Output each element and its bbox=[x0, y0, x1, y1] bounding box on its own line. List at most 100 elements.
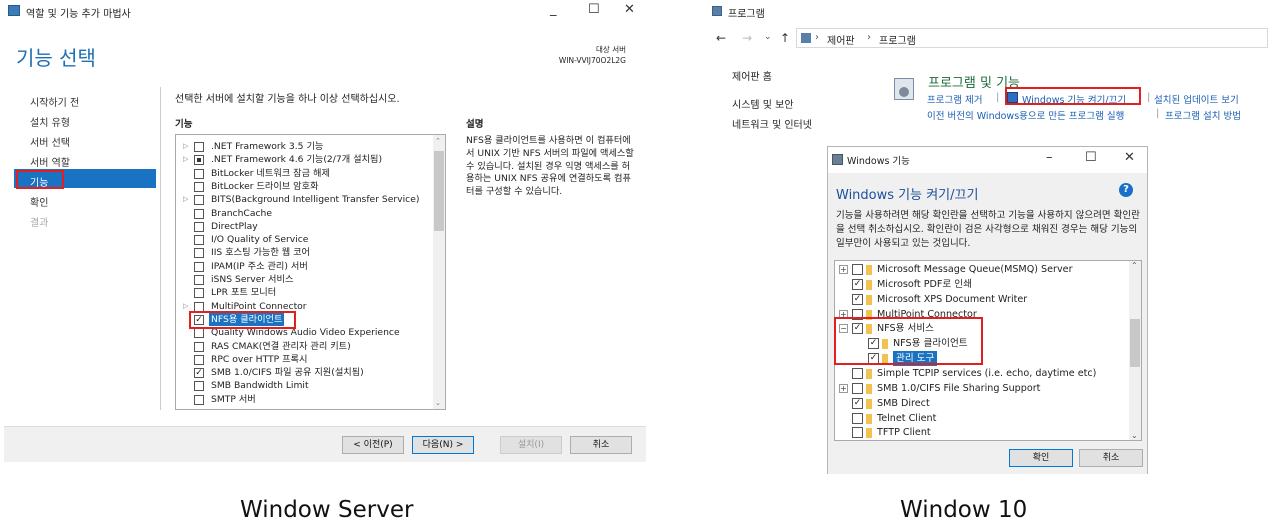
feature-row[interactable]: IPAM(IP 주소 관리) 서버 bbox=[176, 260, 445, 273]
tree-checkbox[interactable]: ✓ bbox=[852, 397, 863, 409]
tree-row[interactable]: TFTP Client bbox=[835, 425, 1141, 440]
feature-row[interactable]: iSNS Server 서비스 bbox=[176, 273, 445, 286]
feature-checkbox[interactable] bbox=[194, 394, 204, 405]
feature-checkbox[interactable] bbox=[194, 235, 204, 246]
feature-row[interactable]: LPR 포트 모니터 bbox=[176, 286, 445, 299]
ok-button[interactable]: 확인 bbox=[1009, 449, 1073, 467]
feature-row[interactable]: BitLocker 네트워크 잠금 해제 bbox=[176, 167, 445, 180]
breadcrumb-programs[interactable]: 프로그램 bbox=[879, 32, 916, 47]
tree-checkbox[interactable]: ✓ bbox=[852, 278, 863, 290]
feature-row[interactable]: BitLocker 드라이브 암호화 bbox=[176, 180, 445, 193]
tree-expander-icon[interactable]: + bbox=[839, 383, 848, 393]
features-list[interactable]: ⌃ ⌄ ▷ .NET Framework 3.5 기능 ▷ .NET Framewor… bbox=[175, 134, 446, 410]
nav-item-results: 결과 bbox=[30, 218, 49, 229]
tree-checkbox[interactable] bbox=[852, 427, 863, 439]
feature-checkbox[interactable] bbox=[194, 195, 204, 206]
tree-row[interactable]: ✓ Microsoft PDF로 인쇄 bbox=[835, 277, 1141, 292]
link-compat-programs[interactable]: 이전 버전의 Windows용으로 만든 프로그램 실행 bbox=[927, 108, 1124, 122]
link-install-howto[interactable]: 프로그램 설치 방법 bbox=[1165, 108, 1241, 122]
tree-row[interactable]: ✓ SMB Direct bbox=[835, 396, 1141, 411]
feature-label: .NET Framework 4.6 기능(2/7개 설치됨) bbox=[211, 154, 383, 166]
feature-checkbox[interactable] bbox=[194, 168, 204, 179]
next-button[interactable]: 다음(N) > bbox=[412, 436, 474, 454]
feature-checkbox[interactable] bbox=[194, 288, 204, 299]
feature-row[interactable]: RPC over HTTP 프록시 bbox=[176, 353, 445, 366]
breadcrumb-control-panel[interactable]: 제어판 bbox=[827, 32, 855, 47]
prev-button[interactable]: < 이전(P) bbox=[342, 436, 404, 454]
nav-item-install-type[interactable]: 설치 유형 bbox=[30, 114, 70, 129]
feature-row[interactable]: ▷ .NET Framework 3.5 기능 bbox=[176, 140, 445, 153]
feature-label: RAS CMAK(연결 관리자 관리 키트) bbox=[211, 340, 351, 352]
feature-row[interactable]: DirectPlay bbox=[176, 220, 445, 233]
feature-row[interactable]: SMTP 서버 bbox=[176, 393, 445, 406]
tree-checkbox[interactable]: ✓ bbox=[852, 293, 863, 305]
cancel-button[interactable]: 취소 bbox=[570, 436, 632, 454]
sidebar-item-cp-home[interactable]: 제어판 홈 bbox=[732, 68, 772, 83]
feature-checkbox[interactable] bbox=[194, 381, 204, 392]
maximize-button[interactable]: ☐ bbox=[588, 2, 600, 17]
sidebar-item-network[interactable]: 네트워크 및 인터넷 bbox=[732, 116, 812, 131]
nav-item-before-start[interactable]: 시작하기 전 bbox=[30, 94, 79, 109]
feature-label: BitLocker 네트워크 잠금 해제 bbox=[211, 167, 330, 179]
history-dropdown-icon[interactable]: ⌄ bbox=[764, 32, 772, 42]
link-installed-updates[interactable]: 설치된 업데이트 보기 bbox=[1154, 92, 1239, 106]
feature-checkbox[interactable] bbox=[194, 142, 204, 152]
feature-checkbox[interactable] bbox=[194, 221, 204, 232]
tree-checkbox[interactable] bbox=[852, 367, 863, 379]
feature-checkbox[interactable] bbox=[194, 181, 204, 192]
tree-checkbox[interactable] bbox=[852, 382, 863, 394]
help-icon[interactable]: ? bbox=[1119, 183, 1133, 197]
feature-checkbox[interactable] bbox=[194, 208, 204, 219]
tree-row[interactable]: Telnet Client bbox=[835, 411, 1141, 426]
nav-item-features[interactable]: 기능 bbox=[30, 174, 48, 189]
nav-item-server-select[interactable]: 서버 선택 bbox=[30, 134, 70, 149]
feature-row[interactable]: SMB Bandwidth Limit bbox=[176, 379, 445, 392]
tree-checkbox[interactable] bbox=[852, 412, 863, 424]
minimize-button[interactable]: _ bbox=[550, 2, 557, 17]
breadcrumb[interactable]: › 제어판 › 프로그램 bbox=[796, 28, 1268, 48]
feature-checkbox[interactable] bbox=[194, 261, 204, 272]
feature-row[interactable]: ▷ BITS(Background Intelligent Transfer Se… bbox=[176, 193, 445, 206]
minimize-button[interactable]: – bbox=[1046, 150, 1053, 165]
expand-arrow-icon[interactable]: ▷ bbox=[183, 193, 188, 206]
back-arrow-icon[interactable]: ← bbox=[716, 31, 726, 45]
sidebar-item-system-security[interactable]: 시스템 및 보안 bbox=[732, 96, 794, 111]
destination-server: 대상 서버 WIN-VVIJ70O2L2G bbox=[559, 44, 626, 66]
folder-icon bbox=[866, 279, 872, 290]
forward-arrow-icon[interactable]: → bbox=[742, 31, 752, 45]
expand-arrow-icon[interactable]: ▷ bbox=[183, 153, 188, 166]
feature-row[interactable]: RAS CMAK(연결 관리자 관리 키트) bbox=[176, 340, 445, 353]
tree-checkbox[interactable] bbox=[852, 264, 863, 275]
nav-item-confirm[interactable]: 확인 bbox=[30, 194, 48, 209]
close-button[interactable]: ✕ bbox=[1124, 150, 1135, 165]
maximize-button[interactable]: ☐ bbox=[1085, 150, 1097, 165]
cancel-button[interactable]: 취소 bbox=[1079, 449, 1143, 467]
expand-arrow-icon[interactable]: ▷ bbox=[183, 140, 188, 153]
dialog-description: 기능을 사용하려면 해당 확인란을 선택하고 기능을 사용하지 않으려면 확인란… bbox=[836, 210, 1140, 249]
feature-checkbox[interactable] bbox=[194, 341, 204, 352]
folder-icon bbox=[866, 294, 872, 305]
feature-checkbox[interactable] bbox=[194, 275, 204, 285]
feature-checkbox[interactable] bbox=[194, 248, 204, 259]
nav-item-server-roles[interactable]: 서버 역할 bbox=[30, 154, 70, 169]
feature-row[interactable]: BranchCache bbox=[176, 207, 445, 220]
feature-checkbox[interactable] bbox=[194, 155, 204, 166]
tree-row[interactable]: + SMB 1.0/CIFS File Sharing Support bbox=[835, 381, 1141, 396]
tree-row[interactable]: Simple TCPIP services (i.e. echo, daytim… bbox=[835, 366, 1141, 381]
dialog-title: Windows 기능 bbox=[847, 156, 910, 167]
up-arrow-icon[interactable]: ↑ bbox=[780, 31, 790, 45]
feature-checkbox[interactable] bbox=[194, 328, 204, 339]
close-button[interactable]: ✕ bbox=[624, 2, 635, 17]
feature-checkbox[interactable] bbox=[194, 354, 204, 365]
expand-arrow-icon[interactable]: ▷ bbox=[183, 300, 188, 313]
tree-expander-icon[interactable]: + bbox=[839, 265, 848, 274]
feature-row[interactable]: ▷ .NET Framework 4.6 기능(2/7개 설치됨) bbox=[176, 153, 445, 166]
wizard-footer: < 이전(P) 다음(N) > 설치(I) 취소 bbox=[4, 426, 646, 462]
feature-row[interactable]: I/O Quality of Service bbox=[176, 233, 445, 246]
tree-row[interactable]: + Microsoft Message Queue(MSMQ) Server bbox=[835, 262, 1141, 277]
feature-row[interactable]: ✓ SMB 1.0/CIFS 파일 공유 지원(설치됨) bbox=[176, 366, 445, 379]
feature-row[interactable]: IIS 호스팅 가능한 웹 코어 bbox=[176, 246, 445, 259]
link-uninstall[interactable]: 프로그램 제거 bbox=[927, 92, 982, 106]
feature-checkbox[interactable]: ✓ bbox=[194, 368, 204, 379]
tree-row[interactable]: ✓ Microsoft XPS Document Writer bbox=[835, 292, 1141, 307]
